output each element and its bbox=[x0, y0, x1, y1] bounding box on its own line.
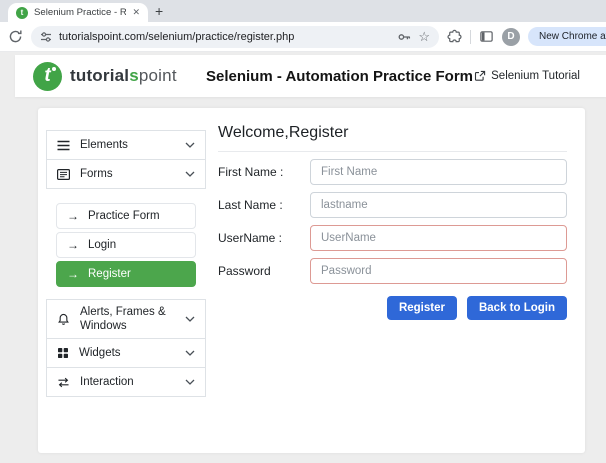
chevron-down-icon bbox=[185, 142, 195, 148]
sidebar-item-label: Interaction bbox=[80, 375, 175, 389]
tutorialspoint-logo[interactable]: t tutorialspoint bbox=[33, 62, 177, 91]
extensions-icon[interactable] bbox=[447, 29, 462, 44]
form-buttons: Register Back to Login bbox=[218, 296, 567, 320]
tutorialspoint-logo-text: tutorialspoint bbox=[70, 66, 177, 86]
username-input[interactable] bbox=[310, 225, 567, 251]
form-heading: Welcome,Register bbox=[218, 124, 567, 152]
url-text: tutorialspoint.com/selenium/practice/reg… bbox=[59, 31, 390, 43]
sidebar-item-forms[interactable]: Forms bbox=[46, 159, 206, 189]
sidebar-item-label: Alerts, Frames & Windows bbox=[80, 305, 175, 334]
site-info-icon[interactable] bbox=[40, 31, 52, 43]
external-link-icon bbox=[474, 70, 486, 82]
sidebar-item-elements[interactable]: Elements bbox=[46, 130, 206, 160]
sidebar-item-widgets[interactable]: Widgets bbox=[46, 338, 206, 368]
password-label: Password bbox=[218, 264, 310, 278]
logo-text-bold: tutorial bbox=[70, 66, 129, 85]
browser-tab[interactable]: t Selenium Practice - Register ✕ bbox=[8, 3, 148, 22]
password-key-icon[interactable] bbox=[397, 30, 411, 44]
sidebar-item-label: Login bbox=[88, 239, 116, 251]
sidebar-item-login[interactable]: → Login bbox=[56, 232, 196, 258]
sidebar-item-register[interactable]: → Register bbox=[56, 261, 196, 287]
form-row-first-name: First Name : bbox=[218, 159, 567, 185]
form-icon bbox=[57, 169, 70, 180]
browser-toolbar: tutorialspoint.com/selenium/practice/reg… bbox=[0, 22, 606, 52]
sidebar-item-label: Practice Form bbox=[88, 210, 160, 222]
chevron-down-icon bbox=[185, 379, 195, 385]
arrow-right-icon: → bbox=[67, 268, 79, 280]
register-button[interactable]: Register bbox=[387, 296, 457, 320]
site-header: t tutorialspoint Selenium - Automation P… bbox=[15, 55, 606, 97]
chevron-down-icon bbox=[185, 316, 195, 322]
form-row-username: UserName : bbox=[218, 225, 567, 251]
first-name-label: First Name : bbox=[218, 165, 310, 179]
tab-strip: t Selenium Practice - Register ✕ + bbox=[0, 0, 606, 22]
sidebar-item-label: Forms bbox=[80, 167, 175, 181]
sidebar-item-alerts-frames-windows[interactable]: Alerts, Frames & Windows bbox=[46, 299, 206, 339]
logo-text-light: point bbox=[139, 66, 177, 85]
sidebar-item-practice-form[interactable]: → Practice Form bbox=[56, 203, 196, 229]
chevron-down-icon bbox=[185, 350, 195, 356]
sidebar-item-label: Register bbox=[88, 268, 131, 280]
side-panel-icon[interactable] bbox=[479, 29, 494, 44]
bookmark-star-icon[interactable]: ☆ bbox=[418, 30, 430, 43]
sidebar-item-label: Widgets bbox=[79, 346, 175, 360]
sidebar-item-interaction[interactable]: Interaction bbox=[46, 367, 206, 397]
last-name-label: Last Name : bbox=[218, 198, 310, 212]
tab-close-icon[interactable]: ✕ bbox=[132, 7, 140, 18]
widgets-grid-icon bbox=[57, 347, 69, 359]
password-input[interactable] bbox=[310, 258, 567, 284]
profile-avatar[interactable]: D bbox=[502, 28, 520, 46]
bell-icon bbox=[57, 313, 70, 326]
page-background: t tutorialspoint Selenium - Automation P… bbox=[0, 52, 606, 463]
tab-title: Selenium Practice - Register bbox=[34, 7, 126, 18]
username-label: UserName : bbox=[218, 231, 310, 245]
tutorialspoint-logo-icon: t bbox=[33, 62, 62, 91]
content-card: Elements Forms bbox=[38, 108, 585, 453]
first-name-input[interactable] bbox=[310, 159, 567, 185]
sidebar: Elements Forms bbox=[46, 130, 206, 397]
address-bar[interactable]: tutorialspoint.com/selenium/practice/reg… bbox=[31, 26, 439, 48]
logo-text-accent: s bbox=[129, 66, 139, 85]
form-row-last-name: Last Name : bbox=[218, 192, 567, 218]
page-title: Selenium - Automation Practice Form bbox=[206, 55, 473, 97]
register-form: Welcome,Register First Name : Last Name … bbox=[218, 124, 567, 320]
update-chrome-pill[interactable]: New Chrome av bbox=[528, 27, 606, 46]
last-name-input[interactable] bbox=[310, 192, 567, 218]
new-tab-button[interactable]: + bbox=[155, 2, 163, 20]
tab-favicon-icon: t bbox=[16, 7, 28, 19]
selenium-tutorial-link-label: Selenium Tutorial bbox=[491, 70, 580, 82]
arrow-right-icon: → bbox=[67, 239, 79, 251]
sidebar-item-label: Elements bbox=[80, 138, 175, 152]
browser-window: t Selenium Practice - Register ✕ + tutor… bbox=[0, 0, 606, 463]
form-row-password: Password bbox=[218, 258, 567, 284]
arrow-right-icon: → bbox=[67, 210, 79, 222]
swap-arrows-icon bbox=[57, 377, 70, 388]
back-to-login-button[interactable]: Back to Login bbox=[467, 296, 567, 320]
chevron-down-icon bbox=[185, 171, 195, 177]
toolbar-divider bbox=[470, 30, 471, 44]
reload-icon[interactable] bbox=[8, 29, 23, 44]
hamburger-icon bbox=[57, 140, 70, 151]
selenium-tutorial-link[interactable]: Selenium Tutorial bbox=[474, 55, 580, 97]
